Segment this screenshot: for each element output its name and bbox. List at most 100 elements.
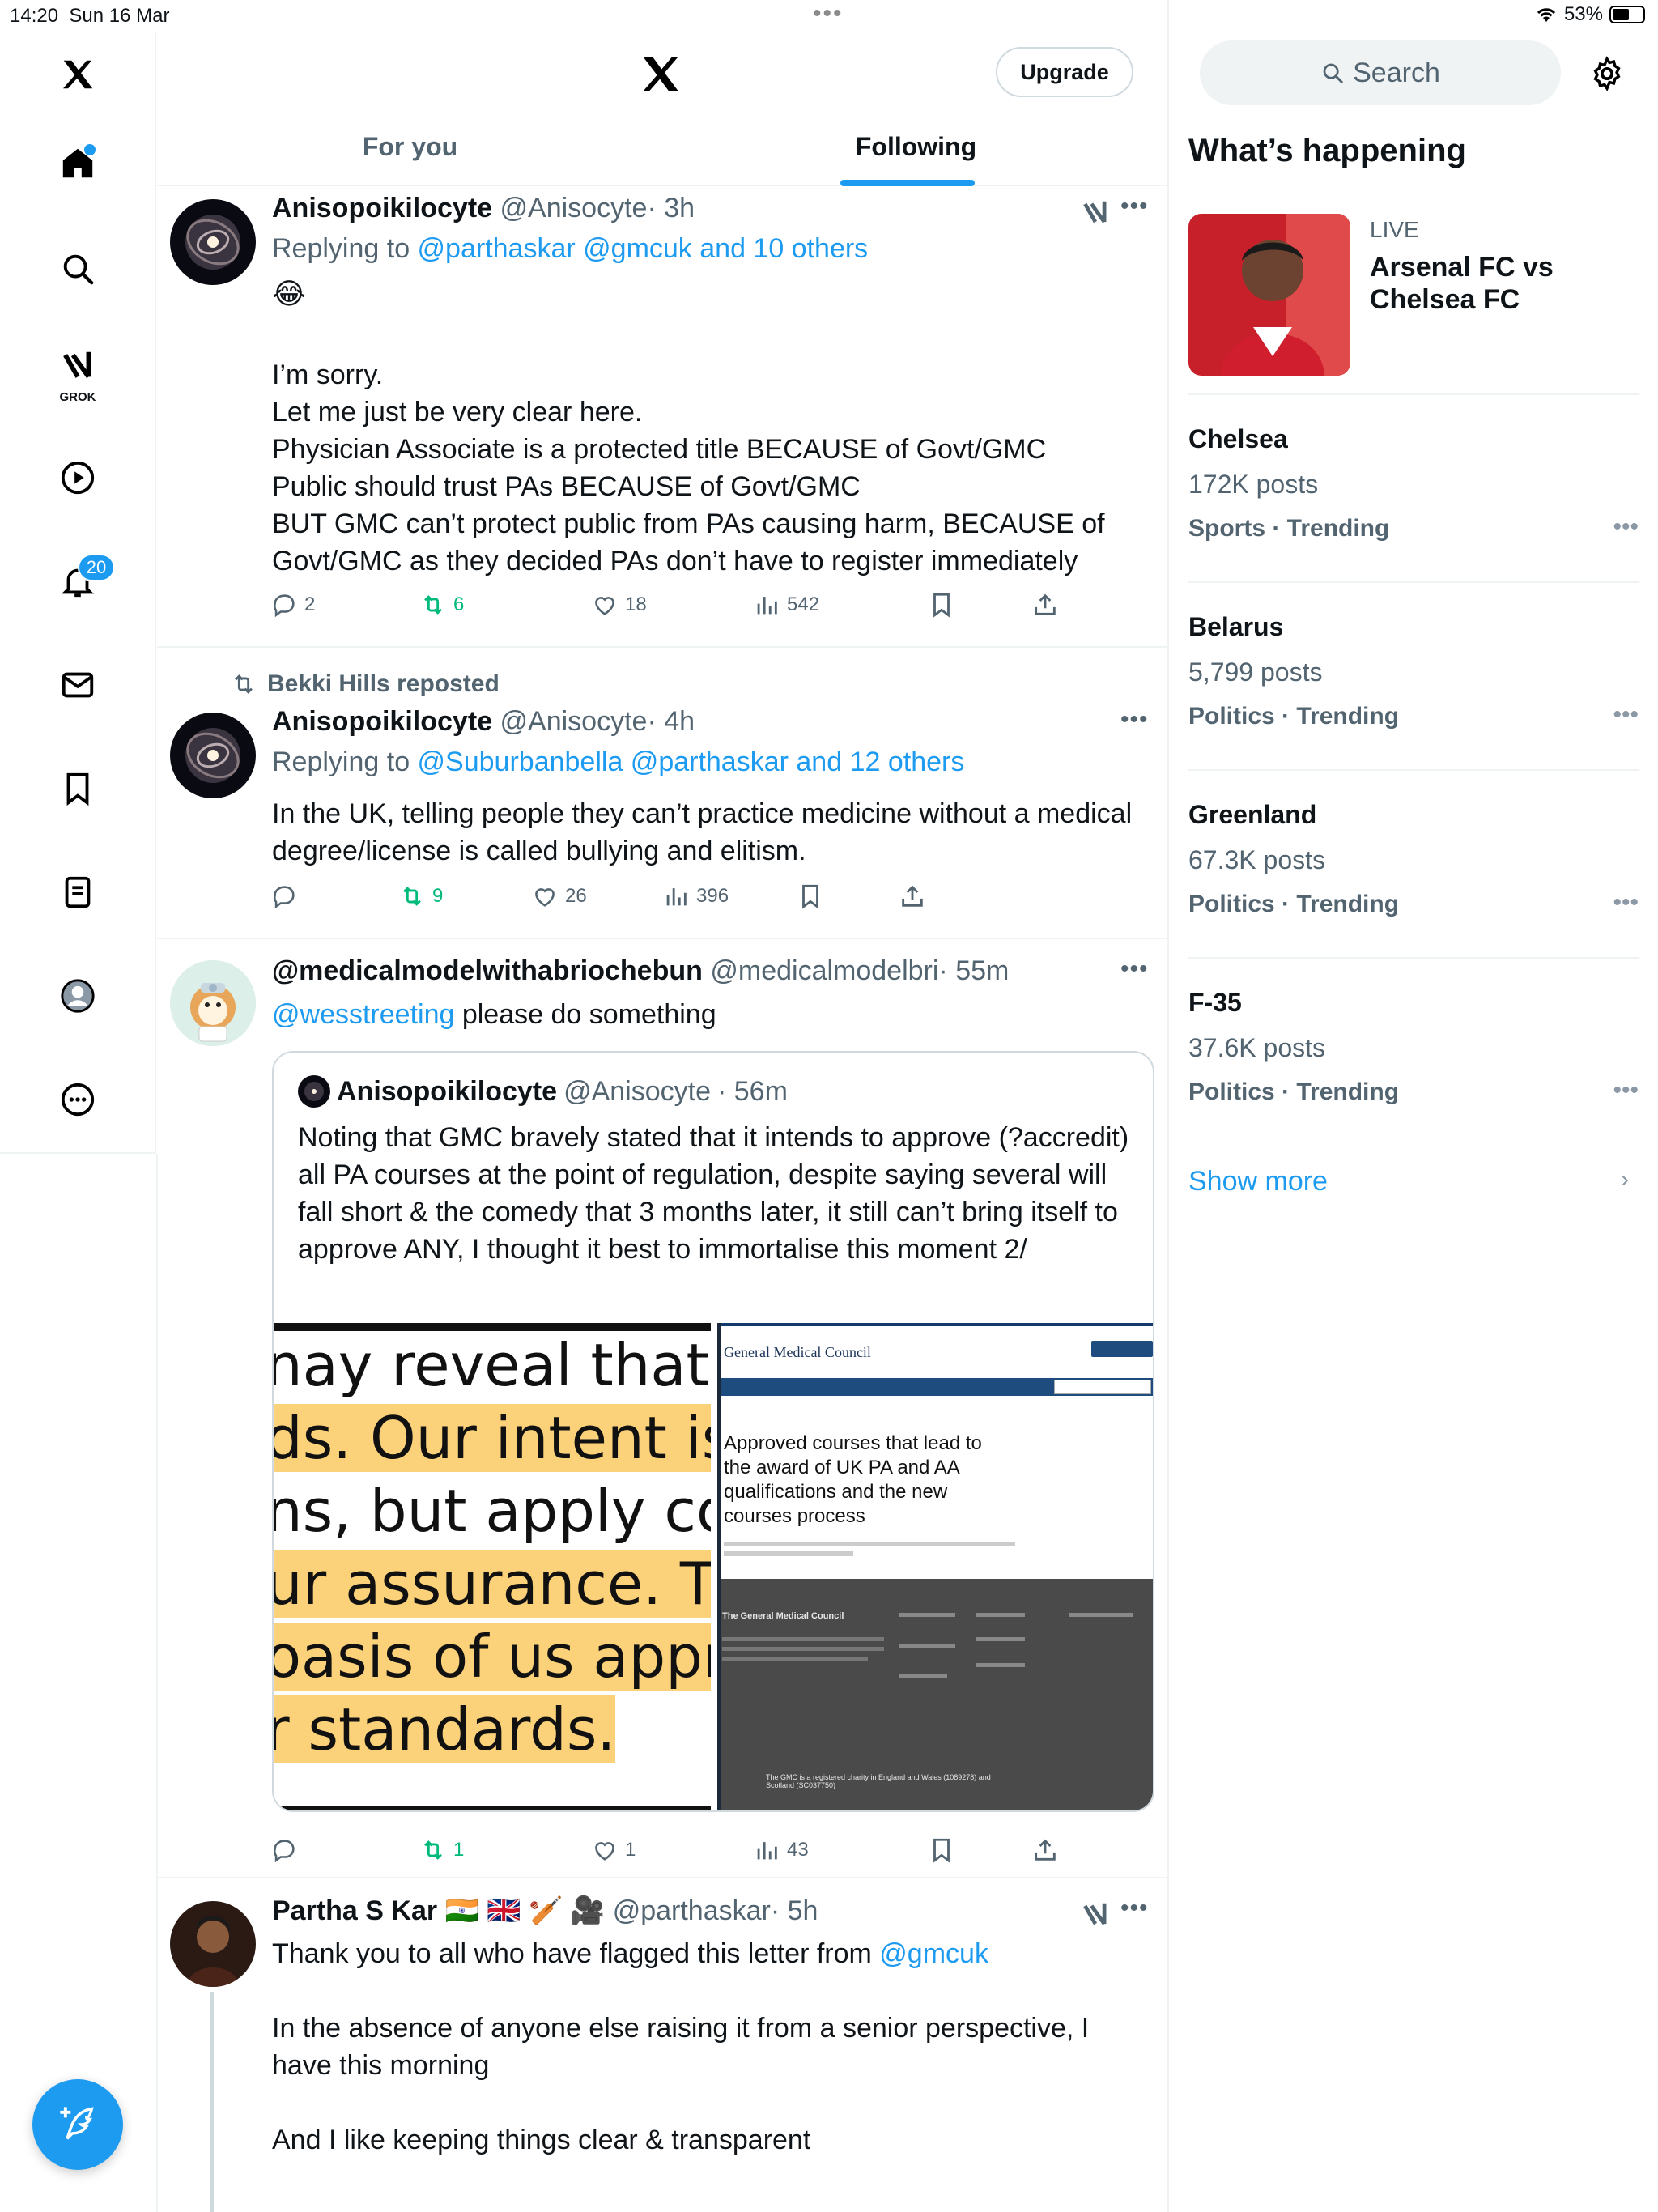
share-icon — [1035, 1839, 1056, 1861]
trend-category: Politics · Trending — [1188, 891, 1400, 917]
like-button[interactable]: 18 — [591, 591, 647, 619]
excerpt-line: ur assurance. The — [274, 1550, 711, 1618]
gear-icon[interactable] — [1588, 55, 1626, 92]
author-handle[interactable]: @Anisocyte — [500, 193, 648, 223]
avatar[interactable] — [170, 960, 256, 1046]
x-logo-icon[interactable] — [638, 52, 683, 97]
nav-more[interactable] — [45, 1067, 110, 1132]
mention-link[interactable]: @gmcuk — [879, 1938, 988, 1969]
nav-grok[interactable]: GROK — [45, 340, 110, 405]
trend-posts: 172K posts — [1188, 470, 1319, 499]
live-event-card[interactable]: LIVE Arsenal FC vs Chelsea FC — [1188, 214, 1639, 395]
tab-following[interactable]: Following — [663, 110, 1167, 183]
excerpt-line: ds. Our intent is to — [274, 1404, 711, 1472]
search-icon — [63, 254, 94, 285]
thread-line — [210, 1992, 214, 2212]
chevron-right-icon[interactable]: › — [1621, 1166, 1629, 1193]
share-button[interactable] — [899, 883, 926, 910]
x-logo-icon[interactable] — [45, 42, 110, 107]
author-handle[interactable]: @Anisocyte — [500, 706, 648, 737]
quote-image-gmc-webpage[interactable]: General Medical Council Approved courses… — [717, 1323, 1153, 1810]
gmc-site-title: General Medical Council — [724, 1344, 871, 1360]
tweet-time: · 55m — [938, 955, 1010, 986]
mention-link[interactable]: @wesstreeting — [272, 999, 454, 1030]
quote-image-text-excerpt[interactable]: nay reveal that PA ds. Our intent is to … — [274, 1323, 711, 1810]
more-options-icon[interactable]: ••• — [1120, 1895, 1149, 1922]
repost-by[interactable]: Bekki Hills reposted — [267, 670, 500, 698]
trend-more-icon[interactable]: ••• — [1613, 701, 1639, 729]
like-button[interactable]: 1 — [591, 1836, 636, 1864]
author-handle[interactable]: @parthaskar — [613, 1895, 771, 1926]
author-flags: 🇮🇳 🇬🇧 🏏 🎥 — [444, 1895, 606, 1926]
trend-category: Politics · Trending — [1188, 703, 1400, 730]
trend-name: F-35 — [1188, 988, 1242, 1017]
nav-messages[interactable] — [45, 653, 110, 717]
reply-button[interactable] — [270, 1836, 304, 1864]
live-event-thumbnail — [1188, 214, 1350, 376]
tweet[interactable]: Bekki Hills reposted Anisopoikilocyte @A… — [157, 648, 1167, 939]
author-name[interactable]: Anisopoikilocyte — [272, 706, 492, 737]
bookmark-icon — [933, 1838, 950, 1863]
quote-avatar — [298, 1075, 330, 1108]
repost-icon — [235, 674, 253, 694]
nav-notifications[interactable]: 20 — [45, 549, 115, 614]
tweet[interactable]: Partha S Kar 🇮🇳 🇬🇧 🏏 🎥 @parthaskar· 5h •… — [157, 1878, 1167, 2212]
like-button[interactable]: 26 — [531, 883, 587, 910]
reply-icon — [274, 886, 295, 909]
bookmark-button[interactable] — [928, 591, 955, 619]
trend-item[interactable]: F-35 37.6K posts Politics · Trending ••• — [1188, 959, 1639, 1146]
notifications-badge: 20 — [78, 554, 115, 581]
show-more-link[interactable]: Show more — [1188, 1166, 1328, 1197]
quoted-tweet[interactable]: Anisopoikilocyte @Anisocyte · 56m Noting … — [272, 1051, 1154, 1812]
avatar[interactable] — [170, 713, 256, 798]
grok-icon[interactable] — [1080, 1899, 1111, 1930]
views-button[interactable]: 396 — [662, 883, 729, 910]
trend-more-icon[interactable]: ••• — [1613, 1077, 1639, 1104]
trend-item[interactable]: Greenland 67.3K posts Politics · Trendin… — [1188, 771, 1639, 959]
author-name[interactable]: Anisopoikilocyte — [272, 193, 492, 223]
more-options-icon[interactable]: ••• — [1120, 706, 1149, 734]
share-button[interactable] — [1031, 1836, 1059, 1864]
trend-item[interactable]: Chelsea 172K posts Sports · Trending ••• — [1188, 395, 1639, 583]
more-options-icon[interactable]: ••• — [1120, 955, 1149, 983]
author-name[interactable]: @medicalmodelwithabriochebun — [272, 955, 703, 986]
like-icon — [595, 1842, 614, 1861]
tweet[interactable]: Anisopoikilocyte @Anisocyte· 3h ••• Repl… — [157, 186, 1167, 648]
bookmark-button[interactable] — [928, 1836, 955, 1864]
nav-home[interactable] — [45, 131, 110, 196]
reply-button[interactable] — [270, 883, 304, 910]
compose-button[interactable] — [32, 2079, 123, 2170]
trend-more-icon[interactable]: ••• — [1613, 889, 1639, 917]
search-input[interactable]: Search — [1200, 40, 1561, 105]
reply-button[interactable]: 2 — [270, 591, 315, 619]
tweet-header: Anisopoikilocyte @Anisocyte· 4h — [272, 706, 695, 738]
reply-targets-link[interactable]: @Suburbanbella @parthaskar and 12 others — [418, 747, 965, 777]
tweet[interactable]: @medicalmodelwithabriochebun @medicalmod… — [157, 939, 1167, 1878]
avatar[interactable] — [170, 1901, 256, 1987]
reply-targets-link[interactable]: @parthaskar @gmcuk and 10 others — [418, 233, 869, 264]
bookmark-button[interactable] — [797, 883, 824, 910]
nav-profile[interactable] — [45, 963, 110, 1028]
repost-button[interactable]: 9 — [398, 883, 443, 910]
more-options-icon[interactable]: ••• — [1120, 193, 1149, 220]
grok-icon[interactable] — [1080, 198, 1111, 228]
nav-video[interactable] — [45, 445, 110, 510]
nav-bookmarks[interactable] — [45, 756, 110, 821]
tab-for-you[interactable]: For you — [157, 110, 663, 183]
avatar[interactable] — [170, 199, 256, 285]
views-button[interactable]: 43 — [753, 1836, 809, 1864]
share-button[interactable] — [1031, 591, 1059, 619]
replying-to: Replying to @parthaskar @gmcuk and 10 ot… — [272, 233, 869, 264]
author-handle[interactable]: @medicalmodelbri — [710, 955, 938, 986]
author-name[interactable]: Partha S Kar — [272, 1895, 437, 1926]
repost-button[interactable]: 1 — [419, 1836, 464, 1864]
trend-item[interactable]: Belarus 5,799 posts Politics · Trending … — [1188, 583, 1639, 771]
views-button[interactable]: 542 — [753, 591, 819, 619]
nav-lists[interactable] — [45, 860, 110, 925]
home-unread-dot — [84, 144, 96, 155]
repost-button[interactable]: 6 — [419, 591, 464, 619]
trend-more-icon[interactable]: ••• — [1613, 513, 1639, 541]
upgrade-button[interactable]: Upgrade — [996, 47, 1133, 97]
nav-search[interactable] — [45, 236, 110, 301]
whats-happening-heading: What’s happening — [1188, 133, 1466, 168]
